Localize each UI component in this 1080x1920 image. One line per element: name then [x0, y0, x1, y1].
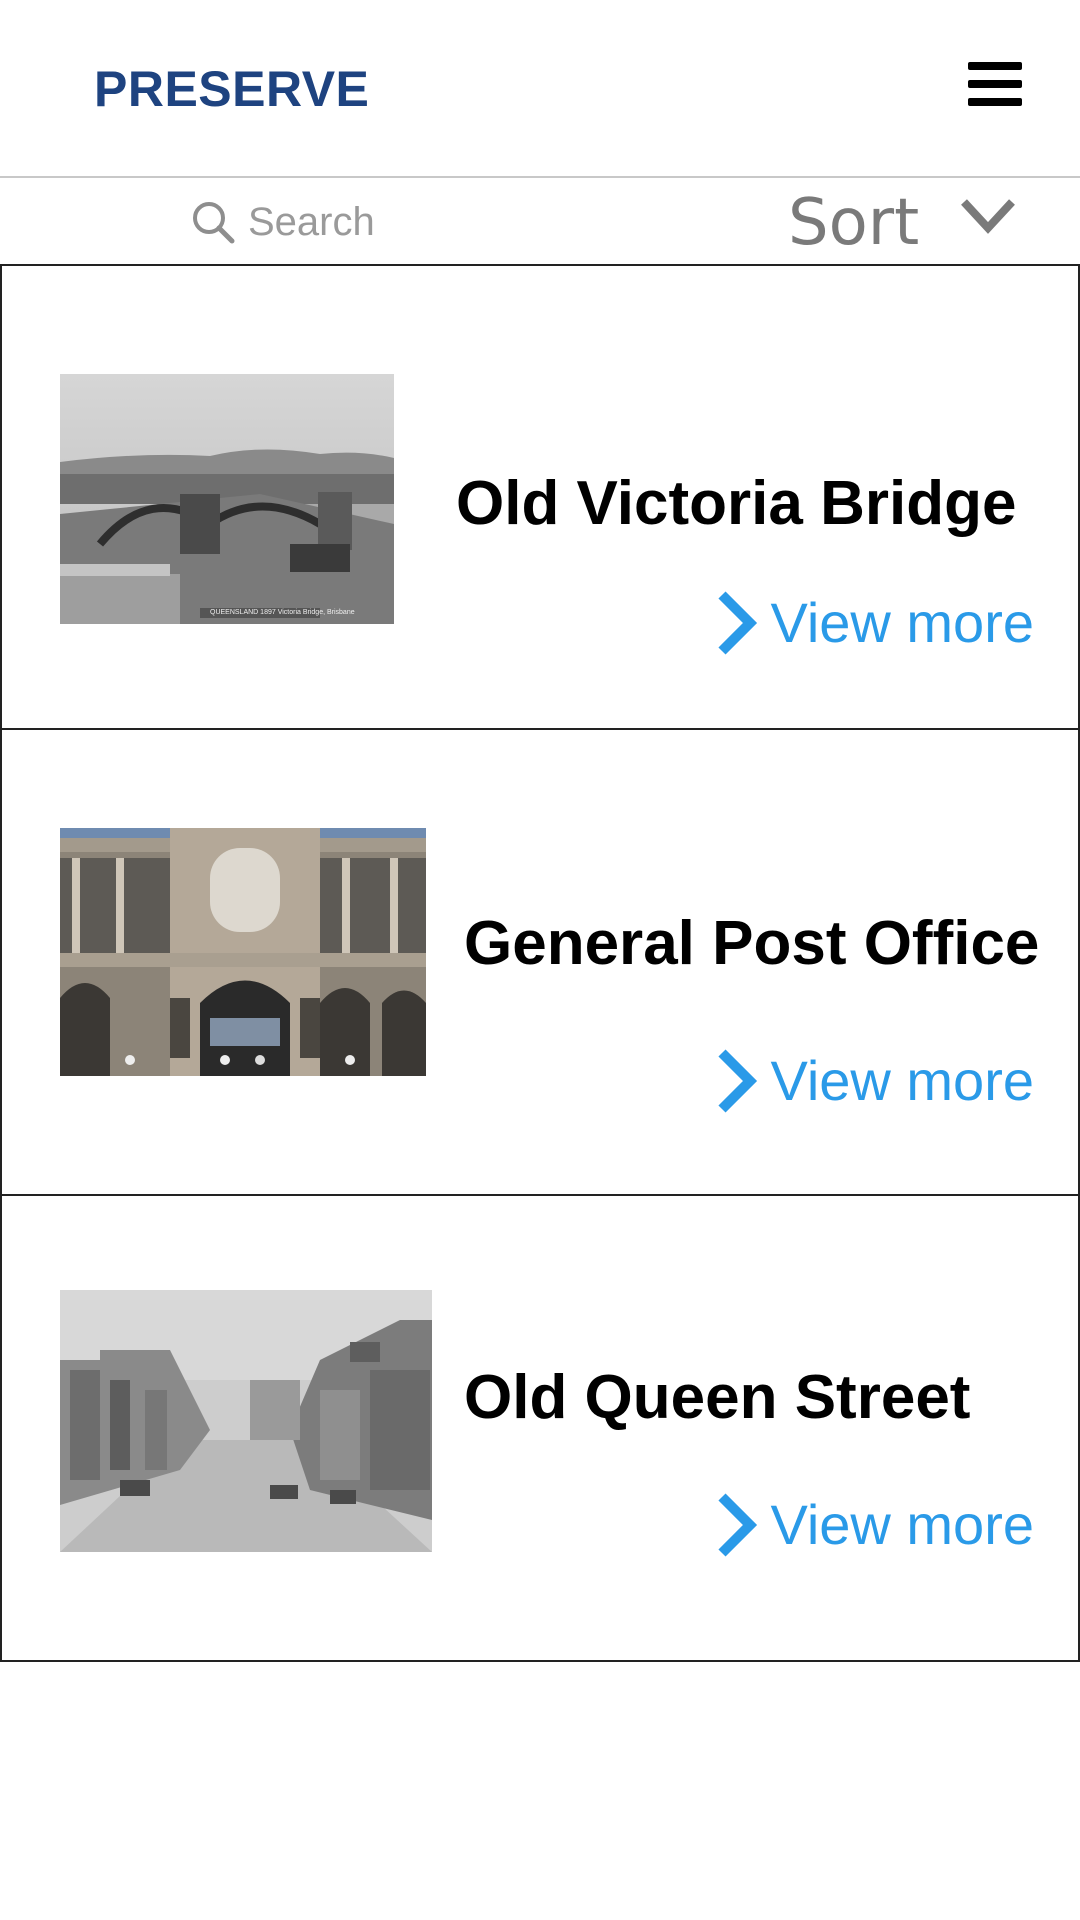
- search-icon: [193, 202, 235, 244]
- view-more-link[interactable]: View more: [716, 1048, 1034, 1113]
- search-input[interactable]: [248, 199, 448, 245]
- chevron-right-icon: [718, 590, 758, 655]
- hamburger-menu-icon[interactable]: [966, 60, 1026, 110]
- brand-logo[interactable]: PRESERVE: [94, 60, 369, 118]
- list-item[interactable]: QUEENSLAND 1897 Victoria Bridge, Brisban…: [0, 264, 1080, 730]
- image-caption: QUEENSLAND 1897 Victoria Bridge, Brisban…: [210, 609, 355, 616]
- old-queen-street-photo: [60, 1290, 432, 1552]
- search-field[interactable]: [190, 192, 450, 252]
- list-item[interactable]: General Post Office View more: [0, 730, 1080, 1196]
- chevron-right-icon: [718, 1492, 758, 1557]
- app-header: PRESERVE: [0, 0, 1080, 178]
- chevron-right-icon: [718, 1048, 758, 1113]
- old-victoria-bridge-photo: QUEENSLAND 1897 Victoria Bridge, Brisban…: [60, 374, 394, 624]
- sort-dropdown[interactable]: Sort: [788, 184, 1017, 262]
- view-more-link[interactable]: View more: [716, 590, 1034, 655]
- places-list: QUEENSLAND 1897 Victoria Bridge, Brisban…: [0, 264, 1080, 1662]
- search-sort-bar: Sort: [0, 178, 1080, 264]
- view-more-link[interactable]: View more: [716, 1492, 1034, 1557]
- list-item[interactable]: Old Queen Street View more: [0, 1196, 1080, 1662]
- place-title: Old Queen Street: [464, 1363, 971, 1432]
- general-post-office-photo: [60, 828, 426, 1076]
- sort-label: Sort: [788, 186, 920, 260]
- chevron-down-icon: [961, 199, 1016, 234]
- place-title: General Post Office: [464, 909, 1040, 978]
- place-title: Old Victoria Bridge: [456, 469, 1017, 538]
